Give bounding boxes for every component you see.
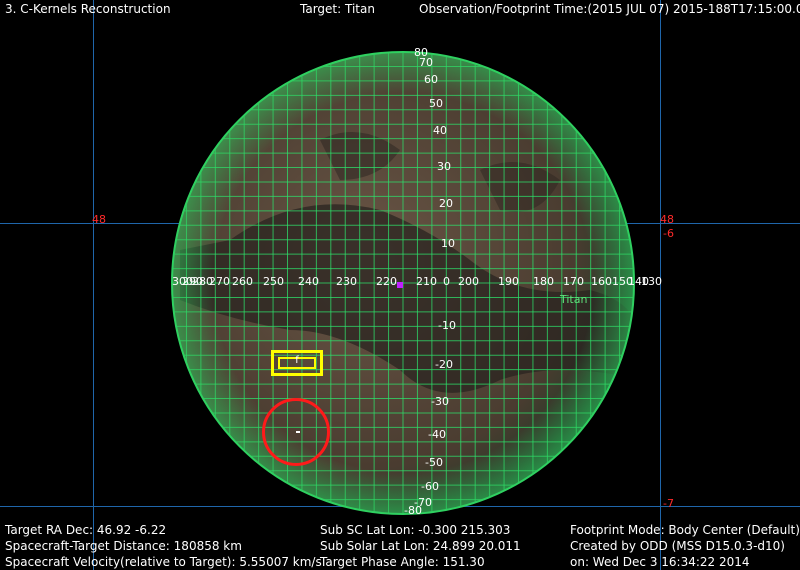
- app-title: 3. C-Kernels Reconstruction: [5, 2, 171, 16]
- footer-sc-target-distance: Spacecraft-Target Distance: 180858 km: [5, 539, 242, 553]
- instrument-footprint-circle[interactable]: [262, 398, 330, 466]
- frame-label-right-48: 48: [660, 213, 674, 226]
- longitude-label: 130: [641, 275, 662, 288]
- frame-label-right-neg6: -6: [663, 227, 674, 240]
- target-name-label: Titan: [560, 293, 588, 306]
- latitude-label: 20: [439, 197, 453, 210]
- latitude-label: -20: [435, 358, 453, 371]
- footprint-circle-center: [296, 431, 300, 433]
- longitude-label: 190: [498, 275, 519, 288]
- longitude-label: 270: [209, 275, 230, 288]
- footer-sc-velocity: Spacecraft Velocity(relative to Target):…: [5, 555, 322, 569]
- footer-created-by: Created by ODD (MSS D15.0.3-d10): [570, 539, 785, 553]
- longitude-label: 200: [458, 275, 479, 288]
- latitude-label: -40: [428, 428, 446, 441]
- instrument-footprint-box[interactable]: f: [271, 350, 323, 376]
- footer-target-ra-dec: Target RA Dec: 46.92 -6.22: [5, 523, 167, 537]
- frame-label-left-48: 48: [92, 213, 106, 226]
- latitude-label: 60: [424, 73, 438, 86]
- ckernel-viewer: 300 290 280 270 260 250 240 230 220 210 0 200 190 180…: [0, 0, 800, 570]
- longitude-label: 210: [416, 275, 437, 288]
- target-title: Target: Titan: [300, 2, 375, 16]
- longitude-label: 240: [298, 275, 319, 288]
- latitude-label: 30: [437, 160, 451, 173]
- sub-spacecraft-marker: [397, 282, 403, 288]
- latitude-label: 40: [433, 124, 447, 137]
- footer-created-on: on: Wed Dec 3 16:34:22 2014: [570, 555, 750, 569]
- longitude-label: 230: [336, 275, 357, 288]
- latitude-label: 50: [429, 97, 443, 110]
- latitude-label: 70: [419, 56, 433, 69]
- footprint-box-label: f: [295, 355, 299, 366]
- longitude-label: 160: [591, 275, 612, 288]
- frame-label-right-neg7: -7: [663, 497, 674, 510]
- longitude-label: 220: [376, 275, 397, 288]
- latitude-label: -50: [425, 456, 443, 469]
- latitude-label: -30: [431, 395, 449, 408]
- longitude-label: 250: [263, 275, 284, 288]
- latitude-label: -60: [421, 480, 439, 493]
- latitude-label: -10: [438, 319, 456, 332]
- footer-footprint-mode: Footprint Mode: Body Center (Default): [570, 523, 800, 537]
- observation-time: Observation/Footprint Time:(2015 JUL 07)…: [419, 2, 800, 16]
- longitude-label: 260: [232, 275, 253, 288]
- footer-sub-sc-lat-lon: Sub SC Lat Lon: -0.300 215.303: [320, 523, 511, 537]
- latitude-label: 10: [441, 237, 455, 250]
- longitude-label: 0: [443, 275, 450, 288]
- longitude-label: 180: [533, 275, 554, 288]
- longitude-label: 170: [563, 275, 584, 288]
- footer-sub-solar-lat-lon: Sub Solar Lat Lon: 24.899 20.011: [320, 539, 521, 553]
- latitude-label: -80: [404, 504, 422, 517]
- footer-phase-angle: Target Phase Angle: 151.30: [320, 555, 485, 569]
